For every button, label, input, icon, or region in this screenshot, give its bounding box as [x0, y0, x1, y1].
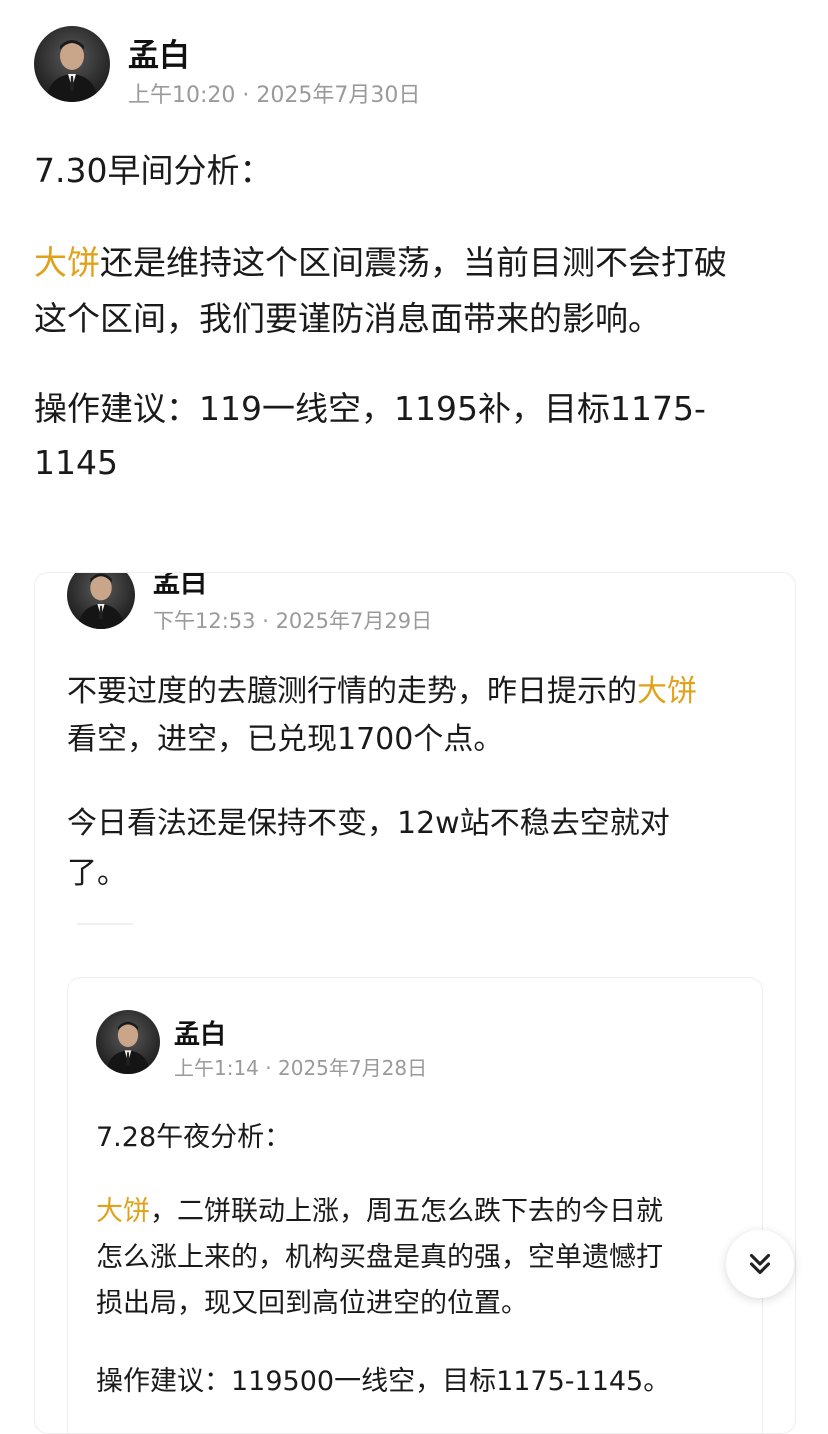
- nested-paragraph-line: 怎么涨上来的，机构买盘是真的强，空单遗憾打: [96, 1242, 663, 1273]
- author-avatar[interactable]: [34, 26, 110, 102]
- quoted-author-avatar[interactable]: [67, 573, 135, 629]
- nested-post-timestamp: 上午1:14 · 2025年7月28日: [174, 1052, 427, 1081]
- text-run: ，二饼联动上涨，周五怎么跌下去的今日就: [150, 1196, 663, 1227]
- nested-author-avatar[interactable]: [96, 1010, 160, 1074]
- post-time: 下午12:53: [153, 609, 256, 633]
- post-paragraph-line: 大饼还是维持这个区间震荡，当前目测不会打破: [34, 246, 727, 279]
- quoted-paragraph-line: 今日看法还是保持不变，12w站不稳去空就对: [67, 806, 670, 841]
- nested-paragraph-line: 大饼，二饼联动上涨，周五怎么跌下去的今日就: [96, 1198, 663, 1225]
- meta-separator: ·: [255, 609, 276, 633]
- double-chevron-down-icon: [749, 1253, 771, 1275]
- post-paragraph-line: 1145: [34, 443, 118, 482]
- post-date: 2025年7月30日: [256, 83, 421, 108]
- text-run: 还是维持这个区间震荡，当前目测不会打破: [100, 243, 727, 282]
- highlight-keyword[interactable]: 大饼: [96, 1196, 150, 1227]
- avatar-icon: [46, 40, 98, 102]
- expand-button[interactable]: [726, 1230, 794, 1298]
- post-paragraph-line: 这个区间，我们要谨防消息面带来的影响。: [34, 299, 661, 338]
- meta-separator: ·: [235, 83, 257, 108]
- quoted-paragraph-line: 不要过度的去臆测行情的走势，昨日提示的大饼: [67, 677, 697, 707]
- post-date: 2025年7月28日: [278, 1056, 428, 1080]
- nested-paragraph-line: 损出局，现又回到高位进空的位置。: [96, 1288, 528, 1319]
- post-title: 7.30早间分析：: [34, 151, 273, 190]
- highlight-keyword[interactable]: 大饼: [637, 674, 697, 709]
- quoted-post-timestamp: 下午12:53 · 2025年7月29日: [153, 605, 432, 635]
- quoted-paragraph-line: 看空，进空，已兑现1700个点。: [67, 722, 504, 757]
- text-run: 不要过度的去臆测行情的走势，昨日提示的: [67, 674, 637, 709]
- avatar-icon: [106, 1021, 150, 1074]
- avatar-icon: [77, 573, 125, 629]
- post-time: 上午10:20: [128, 83, 236, 108]
- post-time: 上午1:14: [174, 1056, 259, 1080]
- nested-paragraph-line: 操作建议：119500一线空，目标1175-1145。: [96, 1366, 671, 1397]
- meta-separator: ·: [258, 1056, 278, 1080]
- quoted-paragraph-line: 了。: [67, 856, 127, 891]
- highlight-keyword[interactable]: 大饼: [34, 243, 100, 282]
- post-timestamp: 上午10:20 · 2025年7月30日: [128, 77, 420, 109]
- post-paragraph-line: 操作建议：119一线空，1195补，目标1175-: [34, 389, 706, 428]
- nested-author-name[interactable]: 孟白: [174, 1014, 226, 1051]
- divider: [77, 923, 133, 925]
- post-date: 2025年7月29日: [275, 609, 433, 633]
- nested-quoted-post-card[interactable]: 孟白 上午1:14 · 2025年7月28日 7.28午夜分析： 大饼，二饼联动…: [67, 977, 763, 1433]
- nested-post-title: 7.28午夜分析：: [96, 1122, 292, 1153]
- author-name[interactable]: 孟白: [128, 30, 190, 75]
- quoted-post-card[interactable]: 孟白 下午12:53 · 2025年7月29日 不要过度的去臆测行情的走势，昨日…: [34, 572, 796, 1434]
- quoted-author-name[interactable]: 孟白: [153, 573, 207, 600]
